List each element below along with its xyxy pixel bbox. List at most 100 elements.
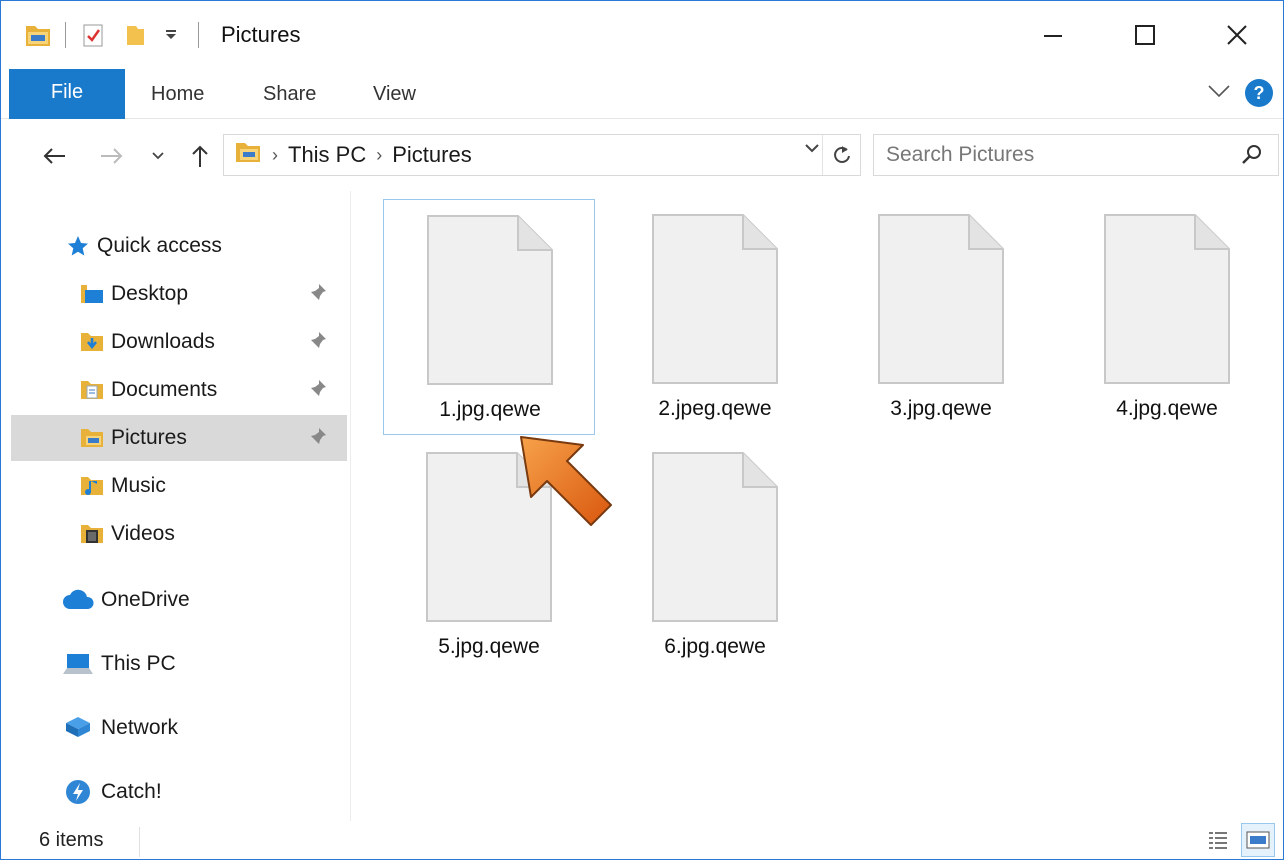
nav-item-label: Music xyxy=(111,474,166,497)
toolbar-separator xyxy=(198,22,199,48)
file-name: 3.jpg.qewe xyxy=(890,397,992,420)
file-name: 6.jpg.qewe xyxy=(664,635,766,658)
blank-file-icon xyxy=(652,452,778,622)
new-folder-icon[interactable] xyxy=(120,20,150,50)
minimize-button[interactable] xyxy=(1007,1,1099,69)
file-name: 5.jpg.qewe xyxy=(438,635,540,658)
address-dropdown-icon[interactable] xyxy=(804,141,820,159)
help-icon[interactable]: ? xyxy=(1245,79,1273,107)
breadcrumb-separator-icon[interactable]: › xyxy=(376,145,382,166)
pin-icon[interactable] xyxy=(309,331,327,357)
tab-home[interactable]: Home xyxy=(151,69,204,119)
ribbon-tabs: File Home Share View ? xyxy=(1,69,1283,119)
videos-folder-icon xyxy=(79,521,105,547)
window-title: Pictures xyxy=(221,22,301,47)
nav-item-label: This PC xyxy=(101,652,176,675)
forward-button[interactable] xyxy=(95,139,129,173)
breadcrumb-pictures[interactable]: Pictures xyxy=(392,142,471,168)
explorer-folder-icon[interactable] xyxy=(23,20,53,50)
breadcrumb-separator-icon[interactable]: › xyxy=(272,145,278,166)
back-button[interactable] xyxy=(37,139,71,173)
details-view-button[interactable] xyxy=(1201,823,1235,857)
title-bar: Pictures xyxy=(1,1,1283,69)
breadcrumb-this-pc[interactable]: This PC xyxy=(288,142,366,168)
recent-locations-chevron-icon[interactable] xyxy=(141,139,175,173)
documents-folder-icon xyxy=(79,377,105,403)
tab-file[interactable]: File xyxy=(9,69,125,119)
file-name: 2.jpeg.qewe xyxy=(658,397,772,420)
file-item[interactable]: 3.jpg.qewe xyxy=(835,199,1047,435)
nav-item-onedrive[interactable]: OneDrive xyxy=(11,577,347,623)
nav-item-music[interactable]: Music xyxy=(11,463,347,509)
tab-share[interactable]: Share xyxy=(263,69,316,119)
blank-file-icon xyxy=(652,214,778,384)
status-bar: 6 items xyxy=(1,823,1283,859)
star-icon xyxy=(65,233,91,259)
nav-item-this-pc[interactable]: This PC xyxy=(11,641,347,687)
file-item[interactable]: 2.jpeg.qewe xyxy=(609,199,821,435)
pin-icon[interactable] xyxy=(309,379,327,405)
breadcrumb: › This PC › Pictures xyxy=(224,140,472,170)
large-icons-view-button[interactable] xyxy=(1241,823,1275,857)
expand-ribbon-chevron-icon[interactable] xyxy=(1207,83,1231,104)
downloads-folder-icon xyxy=(79,329,105,355)
music-folder-icon xyxy=(79,473,105,499)
nav-item-quick-access[interactable]: Quick access xyxy=(11,223,347,269)
customize-toolbar-dropdown-icon[interactable] xyxy=(156,20,186,50)
navigation-pane: Quick access Desktop Downloads Documents… xyxy=(1,191,351,821)
nav-item-label: Desktop xyxy=(111,282,189,305)
large-icons-view-icon xyxy=(1246,831,1270,849)
nav-item-label: Downloads xyxy=(111,330,215,353)
cloud-icon xyxy=(61,587,95,613)
nav-item-downloads[interactable]: Downloads xyxy=(11,319,347,365)
catch-icon xyxy=(61,779,95,805)
nav-item-label: Videos xyxy=(111,522,175,545)
nav-item-label: Catch! xyxy=(101,780,162,803)
status-separator xyxy=(139,827,140,857)
pictures-folder-icon xyxy=(79,425,105,451)
tab-view[interactable]: View xyxy=(373,69,416,119)
pin-icon[interactable] xyxy=(309,427,327,453)
ribbon-right-controls: ? xyxy=(1207,79,1273,107)
navigation-bar: › This PC › Pictures xyxy=(1,119,1283,191)
details-view-icon xyxy=(1209,832,1227,849)
nav-item-label: Documents xyxy=(111,378,218,401)
refresh-button[interactable] xyxy=(822,135,860,175)
annotation-arrow-icon xyxy=(520,436,612,526)
nav-item-videos[interactable]: Videos xyxy=(11,511,347,557)
file-name: 4.jpg.qewe xyxy=(1116,397,1218,420)
computer-icon xyxy=(61,651,95,677)
blank-file-icon xyxy=(427,215,553,385)
window-controls xyxy=(1007,1,1283,69)
nav-item-catch[interactable]: Catch! xyxy=(11,769,347,815)
nav-item-label: Network xyxy=(101,716,179,739)
item-count: 6 items xyxy=(39,829,104,851)
nav-item-label: Pictures xyxy=(111,426,187,449)
nav-item-network[interactable]: Network xyxy=(11,705,347,751)
file-item[interactable]: 6.jpg.qewe xyxy=(609,437,821,673)
nav-item-pictures[interactable]: Pictures xyxy=(11,415,347,461)
nav-item-desktop[interactable]: Desktop xyxy=(11,271,347,317)
maximize-button[interactable] xyxy=(1099,1,1191,69)
desktop-folder-icon xyxy=(79,281,105,307)
search-input[interactable] xyxy=(874,143,1214,167)
close-button[interactable] xyxy=(1191,1,1283,69)
search-icon[interactable] xyxy=(1240,143,1264,172)
network-icon xyxy=(61,715,95,741)
address-bar[interactable]: › This PC › Pictures xyxy=(223,134,861,176)
file-name: 1.jpg.qewe xyxy=(439,398,541,421)
blank-file-icon xyxy=(1104,214,1230,384)
nav-item-label: Quick access xyxy=(97,234,222,257)
pin-icon[interactable] xyxy=(309,283,327,309)
nav-item-label: OneDrive xyxy=(101,588,190,611)
properties-icon[interactable] xyxy=(78,20,108,50)
view-switcher xyxy=(1201,823,1275,857)
toolbar-separator xyxy=(65,22,66,48)
search-box xyxy=(873,134,1279,176)
file-explorer-window: Pictures File Home Share View ? › This P… xyxy=(0,0,1284,860)
up-button[interactable] xyxy=(183,139,217,173)
file-item[interactable]: 1.jpg.qewe xyxy=(383,199,595,435)
blank-file-icon xyxy=(878,214,1004,384)
nav-item-documents[interactable]: Documents xyxy=(11,367,347,413)
file-item[interactable]: 4.jpg.qewe xyxy=(1061,199,1273,435)
